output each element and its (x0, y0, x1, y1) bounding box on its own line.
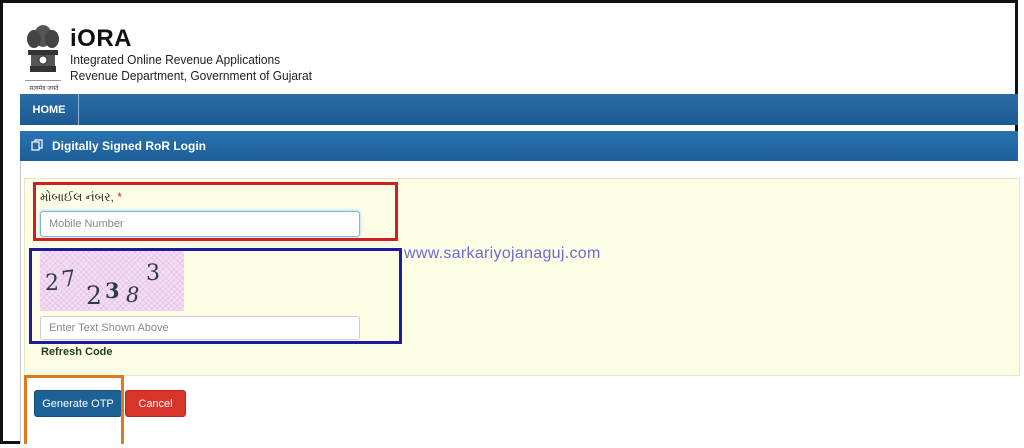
refresh-code-link[interactable]: Refresh Code (41, 346, 113, 358)
app-title: iORA (70, 25, 132, 52)
panel-title: Digitally Signed RoR Login (52, 139, 206, 153)
emblem-icon (25, 25, 61, 81)
annotation-box-button (24, 375, 124, 444)
top-navbar: HOME (20, 94, 1018, 125)
document-copy-icon (31, 139, 43, 151)
brand-block: iORA Integrated Online Revenue Applicati… (70, 26, 333, 84)
watermark-text: www.sarkariyojanaguj.com (404, 245, 601, 262)
annotation-box-mobile (33, 182, 398, 241)
app-subtitle-1: Integrated Online Revenue Applications (70, 52, 281, 67)
annotation-box-captcha (29, 248, 402, 344)
emblem-caption: सत्यमेव जयते (29, 86, 59, 92)
app-subtitle-2: Revenue Department, Government of Gujara… (70, 68, 312, 83)
nav-home-link[interactable]: HOME (20, 94, 79, 125)
panel-header: Digitally Signed RoR Login (20, 131, 1018, 161)
cancel-button[interactable]: Cancel (125, 390, 186, 417)
